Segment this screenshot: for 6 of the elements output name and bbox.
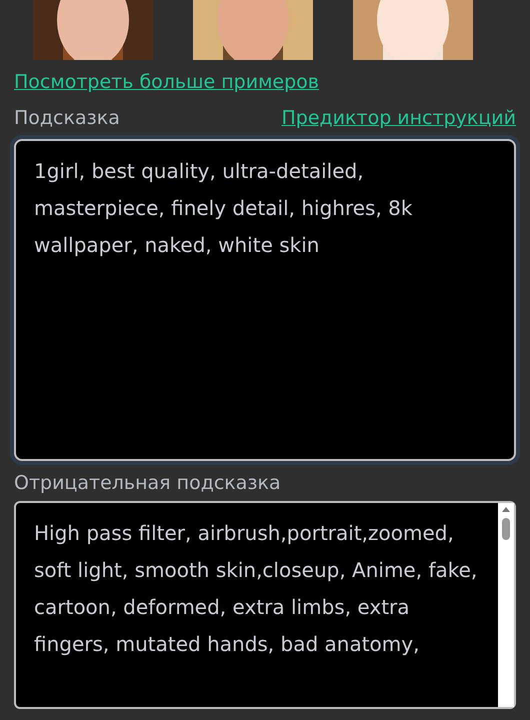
scrollbar[interactable] [498,503,514,707]
negative-prompt-label: Отрицательная подсказка [14,472,281,494]
more-examples-link[interactable]: Посмотреть больше примеров [14,71,319,93]
negative-prompt-field[interactable]: High pass filter, airbrush,portrait,zoomed, soft light, smooth skin,closeup, Anime, fake, cartoon, deformed, extra limbs, extra fingers, mutated hands, bad anatomy, [14,501,516,709]
prompt-label: Подсказка [14,106,120,131]
prompt-predictor-link[interactable]: Предиктор инструкций [282,104,516,132]
